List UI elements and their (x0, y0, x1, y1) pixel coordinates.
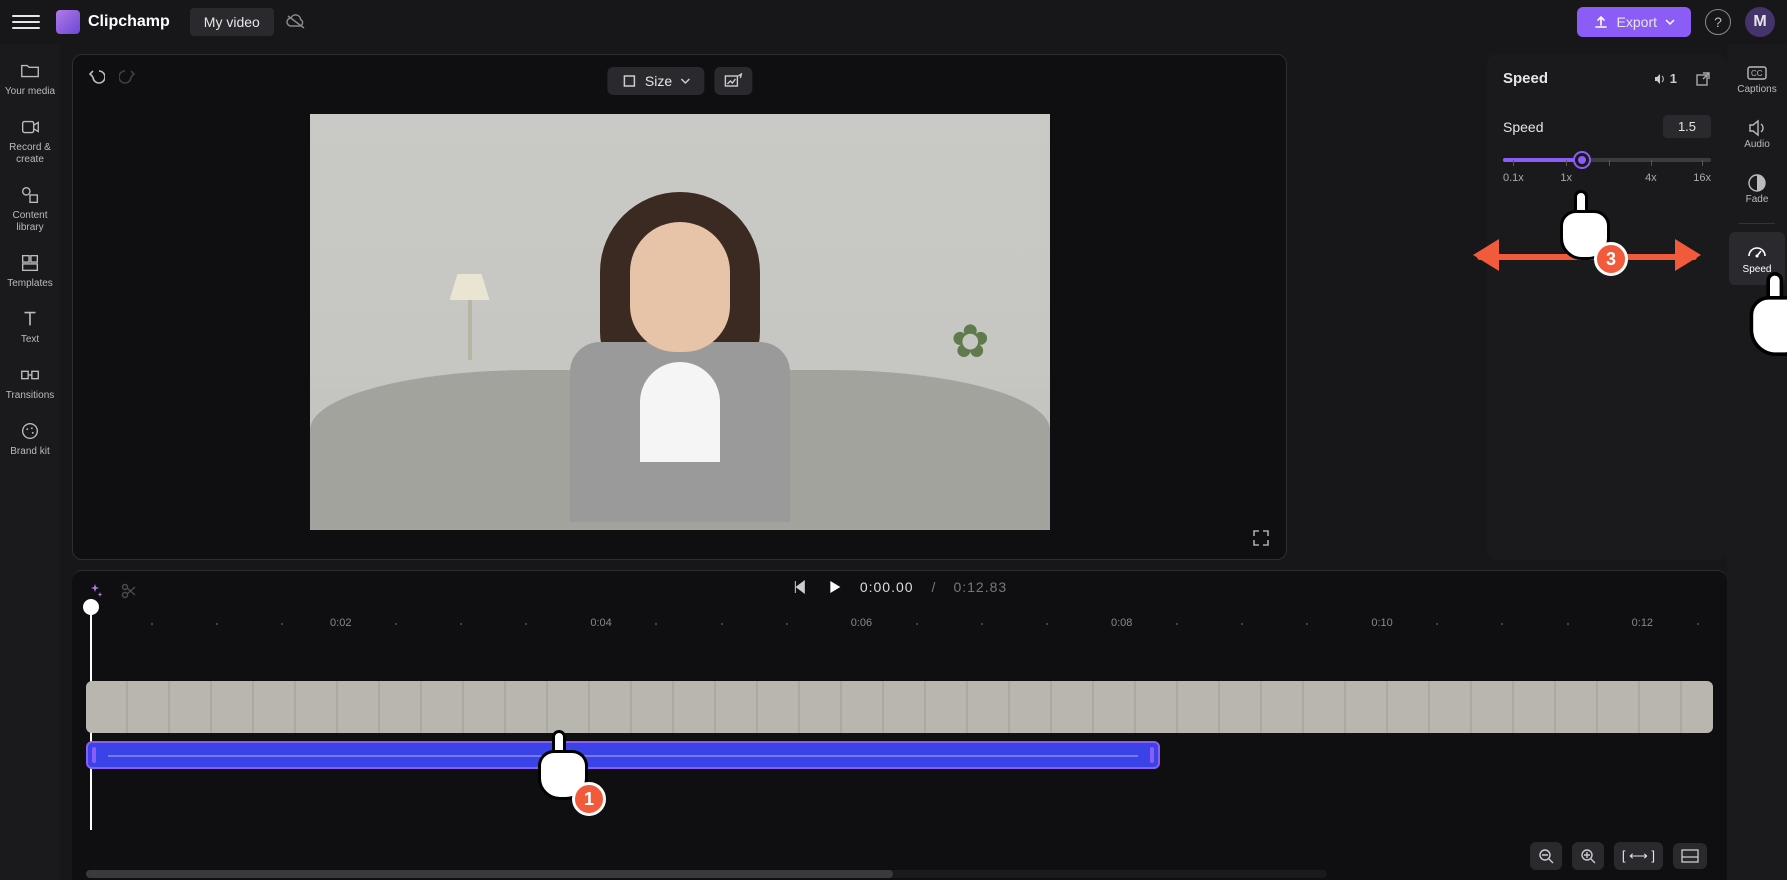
split-button[interactable] (120, 582, 138, 600)
export-frame-button[interactable] (714, 67, 752, 95)
sidebar-text[interactable]: Text (2, 300, 58, 354)
redo-button[interactable] (119, 67, 137, 85)
sidebar-record-create[interactable]: Record & create (2, 108, 58, 174)
text-icon (19, 308, 41, 330)
tick-label: 1x (1560, 172, 1572, 184)
palette-icon (19, 420, 41, 442)
fade-icon (1746, 172, 1768, 194)
svg-text:CC: CC (1751, 69, 1763, 78)
avatar[interactable]: M (1745, 7, 1775, 37)
cloud-sync-icon (286, 14, 306, 30)
sidebar-content-library[interactable]: Content library (2, 176, 58, 242)
sidebar-item-label: Your media (5, 86, 55, 98)
sidebar-item-label: Brand kit (10, 446, 49, 458)
tab-fade[interactable]: Fade (1729, 162, 1785, 215)
sidebar-item-label: Text (21, 334, 39, 346)
undo-button[interactable] (87, 67, 105, 85)
speed-value-input[interactable]: 1.5 (1663, 115, 1711, 138)
hamburger-menu[interactable] (12, 8, 40, 36)
right-sidebar: CC Captions Audio Fade Speed (1727, 44, 1787, 880)
speed-slider[interactable]: 0.1x 1x 4x 16x (1503, 158, 1711, 184)
size-label: Size (645, 73, 672, 89)
tick-label: 16x (1693, 172, 1711, 184)
templates-icon (19, 252, 41, 274)
timeline-scrollbar[interactable] (86, 870, 1327, 878)
speed-label: Speed (1503, 119, 1543, 135)
sidebar-brand-kit[interactable]: Brand kit (2, 412, 58, 466)
upload-icon (1593, 14, 1609, 30)
tab-speed[interactable]: Speed (1729, 232, 1785, 285)
play-button[interactable] (826, 579, 842, 595)
prev-button[interactable] (792, 579, 808, 595)
current-time: 0:00.00 (860, 579, 914, 595)
transitions-icon (19, 364, 41, 386)
tick-label: 0.1x (1503, 172, 1524, 184)
speedometer-icon (1746, 242, 1768, 264)
preview-panel: Size ✿ (72, 54, 1287, 560)
chevron-down-icon (1665, 17, 1675, 27)
sidebar-item-label: Record & create (2, 142, 58, 166)
panel-title: Speed (1503, 70, 1548, 87)
audio-icon (1652, 72, 1666, 86)
chevron-down-icon (680, 76, 690, 86)
time-ruler[interactable]: 0:02 0:04 0:06 0:08 0:10 0:12 (86, 611, 1713, 641)
video-preview[interactable]: ✿ (310, 114, 1050, 530)
folder-icon (19, 60, 41, 82)
size-button[interactable]: Size (607, 67, 704, 95)
sidebar-transitions[interactable]: Transitions (2, 356, 58, 410)
fullscreen-button[interactable] (1252, 529, 1270, 547)
sidebar-item-label: Transitions (6, 390, 55, 402)
tab-captions[interactable]: CC Captions (1729, 52, 1785, 105)
cc-icon: CC (1746, 62, 1768, 84)
sidebar-item-label: Content library (2, 210, 58, 234)
help-button[interactable]: ? (1705, 9, 1731, 35)
crop-icon (621, 73, 637, 89)
clipchamp-logo-icon (56, 10, 80, 34)
timeline-view-button[interactable] (1673, 843, 1707, 869)
shapes-icon (19, 184, 41, 206)
popout-button[interactable] (1695, 71, 1711, 87)
zoom-in-button[interactable] (1572, 842, 1604, 870)
slider-thumb[interactable] (1575, 153, 1589, 167)
app-name: Clipchamp (88, 13, 170, 31)
image-export-icon (724, 73, 742, 89)
audio-track-count[interactable]: 1 (1652, 71, 1677, 86)
video-clip[interactable] (86, 681, 1713, 733)
zoom-fit-button[interactable]: [ ⟷ ] (1614, 842, 1663, 870)
export-button[interactable]: Export (1577, 7, 1691, 37)
tick-label: 4x (1645, 172, 1657, 184)
audio-clip[interactable] (86, 741, 1160, 769)
speed-panel: Speed 1 Speed 1.5 0.1x 1x 4x 16x (1487, 54, 1727, 560)
project-title[interactable]: My video (190, 8, 274, 36)
timeline-panel: 0:00.00 / 0:12.83 0:02 0:04 0:06 0:08 0:… (72, 570, 1727, 880)
magic-button[interactable] (86, 582, 104, 600)
zoom-out-button[interactable] (1530, 842, 1562, 870)
app-logo[interactable]: Clipchamp (56, 10, 170, 34)
tab-audio[interactable]: Audio (1729, 107, 1785, 160)
record-icon (19, 116, 41, 138)
sidebar-item-label: Templates (7, 278, 53, 290)
total-time: 0:12.83 (953, 579, 1007, 595)
sidebar-your-media[interactable]: Your media (2, 52, 58, 106)
left-sidebar: Your media Record & create Content libra… (0, 44, 60, 880)
sidebar-templates[interactable]: Templates (2, 244, 58, 298)
export-label: Export (1617, 14, 1657, 30)
speaker-icon (1746, 117, 1768, 139)
